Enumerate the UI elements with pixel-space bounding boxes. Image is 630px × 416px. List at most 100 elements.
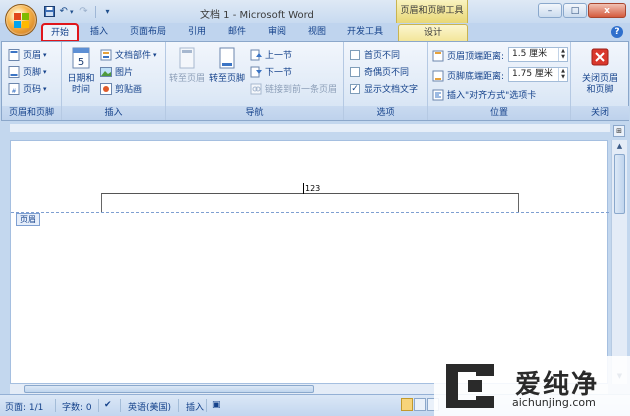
scroll-down-icon[interactable]: ▼ <box>613 370 626 382</box>
spinner-arrows-icon[interactable]: ▲ ▼ <box>558 68 567 81</box>
header-button[interactable]: 页眉 ▾ <box>8 47 47 62</box>
group-label: 导航 <box>166 106 343 120</box>
save-button[interactable] <box>42 4 57 19</box>
tab-references[interactable]: 引用 <box>180 24 214 41</box>
page-number-icon: # <box>8 82 20 95</box>
header-text[interactable]: 123 <box>305 184 320 193</box>
insert-alignment-tab-button[interactable]: 插入"对齐方式"选项卡 <box>432 87 536 102</box>
date-time-button[interactable]: 5 日期和时间 <box>64 46 98 96</box>
different-odd-even-checkbox[interactable]: 奇偶页不同 <box>350 64 409 79</box>
language-indicator[interactable]: 英语(美国) <box>128 400 171 413</box>
tab-review[interactable]: 审阅 <box>260 24 294 41</box>
previous-section-button[interactable]: 上一节 <box>250 47 292 62</box>
scroll-up-icon[interactable]: ▲ <box>613 140 626 152</box>
chevron-down-icon: ▾ <box>43 67 47 76</box>
office-button[interactable] <box>5 4 37 36</box>
spelling-check-icon[interactable]: ✔ <box>104 400 112 410</box>
maximize-button[interactable]: □ <box>563 3 587 18</box>
clip-art-icon <box>100 82 112 95</box>
next-icon <box>250 66 262 77</box>
tab-home[interactable]: 开始 <box>41 23 79 42</box>
chevron-down-icon: ▾ <box>43 50 47 59</box>
horizontal-ruler[interactable] <box>10 124 610 132</box>
clip-art-button[interactable]: 剪贴画 <box>100 81 142 96</box>
footer-button[interactable]: 页脚 ▾ <box>8 64 47 79</box>
svg-text:#: # <box>11 88 16 95</box>
group-label: 插入 <box>62 106 165 120</box>
footer-from-bottom-input[interactable]: 1.75 厘米 ▲ ▼ <box>508 67 568 82</box>
insert-mode-indicator[interactable]: 插入 <box>186 400 204 413</box>
group-options: 首页不同 奇偶页不同 ✓ 显示文档文字 选项 <box>344 42 428 120</box>
document-page[interactable]: 123 页眉 <box>10 140 609 384</box>
alignment-tab-icon <box>432 89 444 100</box>
footer-position-icon <box>432 70 444 81</box>
watermark-url: aichunjing.com <box>512 396 596 409</box>
header-from-top-input[interactable]: 1.5 厘米 ▲ ▼ <box>508 47 568 62</box>
tab-view[interactable]: 视图 <box>300 24 334 41</box>
tab-page-layout[interactable]: 页面布局 <box>122 24 174 41</box>
title-bar: ↶ ▾ ↷ ▾ 文档 1 - Microsoft Word 页眉和页脚工具 – □… <box>0 0 630 23</box>
tab-insert[interactable]: 插入 <box>83 24 115 41</box>
separator <box>178 399 179 412</box>
quick-access-toolbar: ↶ ▾ ↷ ▾ <box>42 4 115 19</box>
separator <box>206 399 207 412</box>
help-icon[interactable]: ? <box>611 26 623 38</box>
different-first-page-checkbox[interactable]: 首页不同 <box>350 47 400 62</box>
customize-quick-access-button[interactable]: ▾ <box>100 4 115 19</box>
separator <box>120 399 121 412</box>
show-document-text-checkbox[interactable]: ✓ 显示文档文字 <box>350 81 418 96</box>
page-indicator[interactable]: 页面: 1/1 <box>5 400 43 413</box>
header-boundary-line <box>11 212 609 213</box>
save-icon <box>44 6 55 17</box>
next-section-button[interactable]: 下一节 <box>250 64 292 79</box>
quick-parts-icon <box>100 49 112 60</box>
picture-icon <box>100 66 112 77</box>
view-ruler-button[interactable]: ⊞ <box>613 125 625 137</box>
goto-footer-button[interactable]: 转至页脚 <box>208 46 246 85</box>
checkbox[interactable] <box>350 66 360 77</box>
full-screen-reading-view-button[interactable] <box>414 398 426 411</box>
group-navigation: 转至页眉 转至页脚 上一节 下一节 链接到前一条页眉 导航 <box>166 42 344 120</box>
header-label-tag: 页眉 <box>16 213 40 226</box>
print-layout-view-button[interactable] <box>401 398 413 411</box>
spinner-arrows-icon[interactable]: ▲ ▼ <box>558 48 567 61</box>
link-icon <box>250 83 262 94</box>
close-header-footer-button[interactable]: 关闭页眉和页脚 <box>576 46 624 96</box>
scroll-thumb[interactable] <box>614 154 625 214</box>
chevron-down-icon: ▾ <box>153 50 157 59</box>
ribbon-tabs: 开始 插入 页面布局 引用 邮件 审阅 视图 开发工具 设计 ? <box>0 23 630 42</box>
ribbon: 页眉 ▾ 页脚 ▾ # 页码 ▾ 页眉和页脚 5 日期和时间 文档部件 ▾ 图片 剪贴画 <box>1 41 629 121</box>
tab-design[interactable]: 设计 <box>398 24 468 41</box>
view-buttons <box>401 398 439 411</box>
vertical-scrollbar[interactable]: ▲ ▼ <box>611 140 627 384</box>
page-number-button[interactable]: # 页码 ▾ <box>8 81 47 96</box>
chevron-down-icon: ▾ <box>69 7 74 16</box>
header-from-top-label: 页眉顶端距离: <box>432 48 504 63</box>
close-button[interactable]: x <box>588 3 626 18</box>
tab-mailings[interactable]: 邮件 <box>220 24 254 41</box>
quick-parts-button[interactable]: 文档部件 ▾ <box>100 47 157 62</box>
checkbox[interactable] <box>350 49 360 60</box>
scroll-thumb[interactable] <box>24 385 314 393</box>
separator <box>55 399 56 412</box>
minimize-button[interactable]: – <box>538 3 562 18</box>
window-title: 文档 1 - Microsoft Word <box>200 10 314 21</box>
close-red-x-icon <box>591 48 609 66</box>
tab-developer[interactable]: 开发工具 <box>340 24 390 41</box>
redo-button[interactable]: ↷ <box>76 4 91 19</box>
link-to-previous-button[interactable]: 链接到前一条页眉 <box>250 81 337 96</box>
header-area[interactable] <box>101 193 519 212</box>
window-controls: – □ x <box>538 3 626 18</box>
footer-from-bottom-label: 页脚底端距离: <box>432 68 504 83</box>
chevron-down-icon: ▾ <box>105 7 110 16</box>
check-icon[interactable]: ✓ <box>350 83 360 94</box>
header-icon <box>8 48 20 61</box>
goto-header-button[interactable]: 转至页眉 <box>168 46 206 85</box>
undo-button[interactable]: ↶ ▾ <box>59 4 74 19</box>
macro-record-icon[interactable]: ▣ <box>212 400 221 410</box>
web-layout-view-button[interactable] <box>427 398 439 411</box>
word-count[interactable]: 字数: 0 <box>62 400 92 413</box>
goto-header-icon <box>179 47 195 69</box>
picture-button[interactable]: 图片 <box>100 64 133 79</box>
separator <box>98 399 99 412</box>
